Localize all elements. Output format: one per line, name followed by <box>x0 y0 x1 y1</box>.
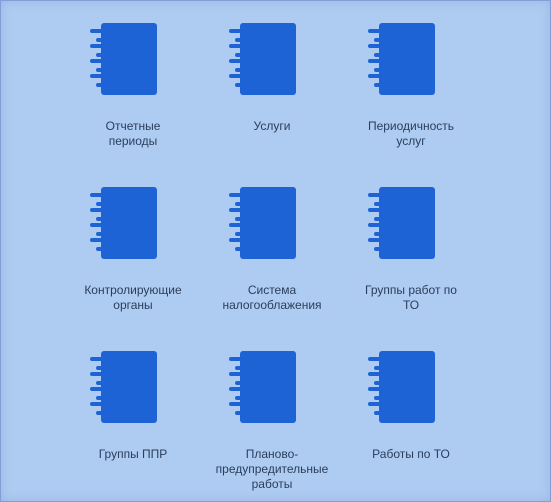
notebook-icon <box>229 23 296 95</box>
catalog-panel: Отчетные периоды Услуги Периодичность ус… <box>0 0 551 502</box>
tile-service-periodicity[interactable]: Периодичность услуг <box>351 23 471 173</box>
notebook-icon <box>229 351 296 423</box>
notebook-icon <box>229 187 296 259</box>
tile-label: Группы ППР <box>98 447 168 461</box>
tile-tax-system[interactable]: Система налогооблажения <box>212 187 332 337</box>
tile-label: Периодичность услуг <box>367 119 455 148</box>
notebook-icon <box>368 351 435 423</box>
tile-maintenance-works[interactable]: Работы по ТО <box>351 351 471 501</box>
tile-ppr-groups[interactable]: Группы ППР <box>73 351 193 501</box>
tile-reporting-periods[interactable]: Отчетные периоды <box>73 23 193 173</box>
tile-label: Работы по ТО <box>372 447 450 461</box>
notebook-icon <box>90 351 157 423</box>
tile-label: Группы работ по ТО <box>365 283 457 312</box>
notebook-icon <box>368 187 435 259</box>
tile-label: Услуги <box>253 119 291 133</box>
tile-maintenance-work-groups[interactable]: Группы работ по ТО <box>351 187 471 337</box>
notebook-icon <box>90 23 157 95</box>
tile-supervisory-authorities[interactable]: Контролирующие органы <box>73 187 193 337</box>
tile-label: Отчетные периоды <box>105 119 161 148</box>
tile-label: Система налогооблажения <box>222 283 322 312</box>
tile-preventive-maintenance[interactable]: Планово- предупредительные работы <box>212 351 332 501</box>
notebook-icon <box>368 23 435 95</box>
tile-label: Контролирующие органы <box>84 283 182 312</box>
tile-services[interactable]: Услуги <box>212 23 332 173</box>
notebook-icon <box>90 187 157 259</box>
tile-label: Планово- предупредительные работы <box>215 447 329 491</box>
